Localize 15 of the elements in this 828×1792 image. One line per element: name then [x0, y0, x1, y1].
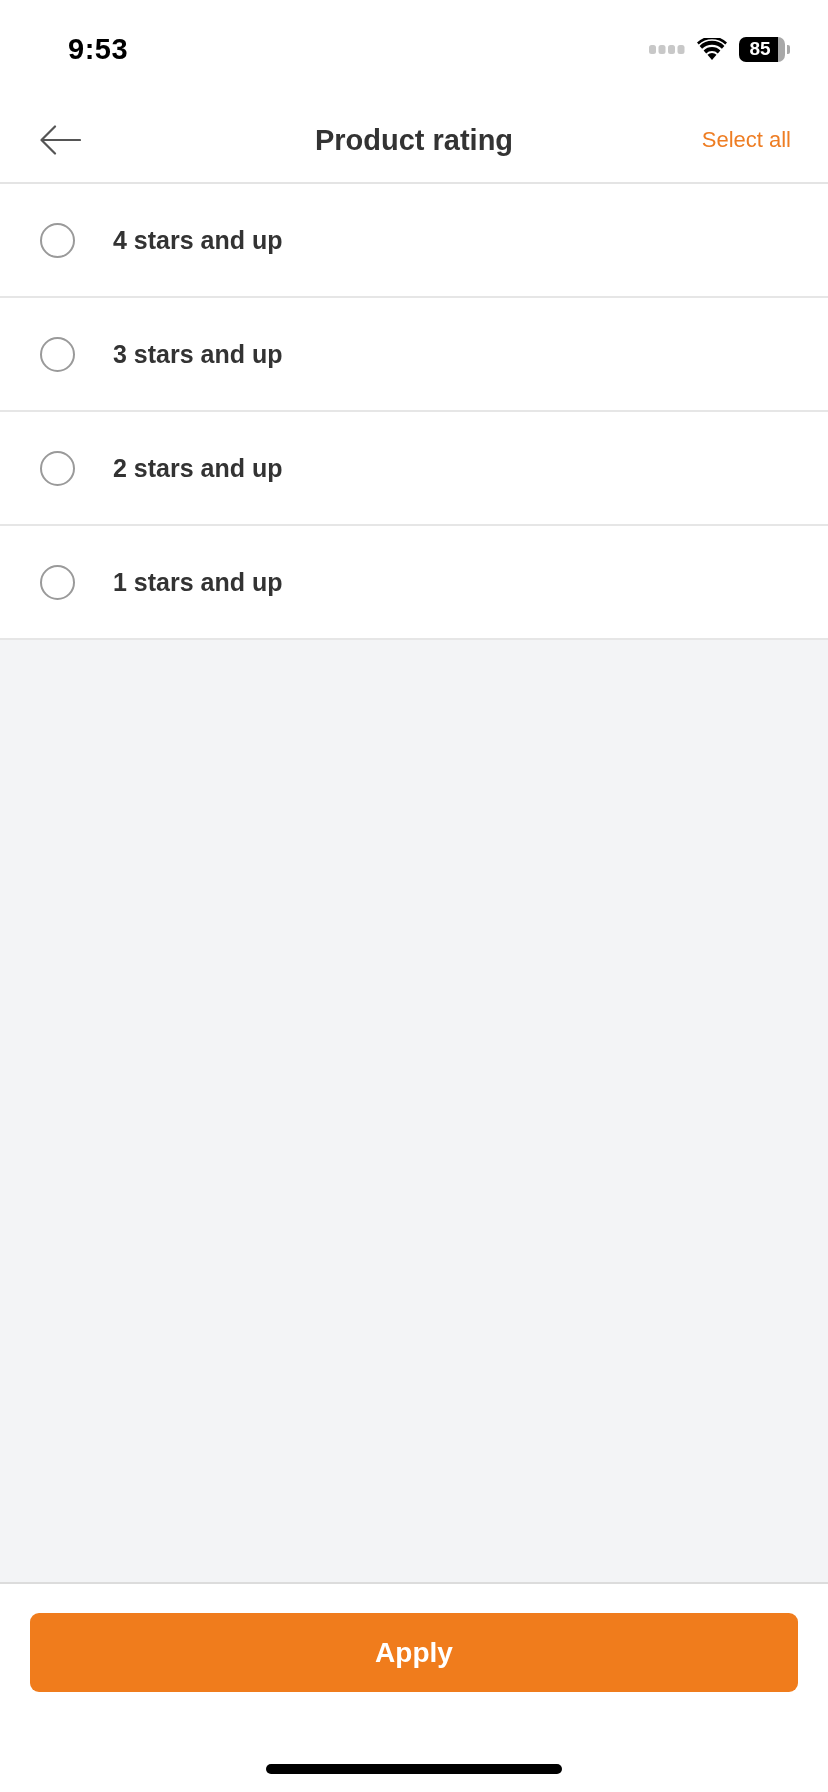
- battery-percent: 85: [739, 36, 785, 62]
- back-button[interactable]: [40, 125, 81, 155]
- page-title: Product rating: [314, 123, 514, 157]
- radio-icon[interactable]: [40, 450, 75, 486]
- option-label: 3 stars and up: [113, 339, 283, 369]
- signal-icon: [649, 44, 685, 54]
- status-time: 9:53: [68, 32, 129, 66]
- option-label: 2 stars and up: [113, 453, 283, 483]
- back-arrow-icon: [40, 125, 81, 155]
- radio-icon[interactable]: [40, 564, 75, 600]
- option-label: 4 stars and up: [113, 225, 283, 255]
- option-label: 1 stars and up: [113, 567, 283, 597]
- radio-icon[interactable]: [40, 222, 75, 258]
- wifi-icon: [697, 38, 727, 60]
- radio-icon[interactable]: [40, 336, 75, 372]
